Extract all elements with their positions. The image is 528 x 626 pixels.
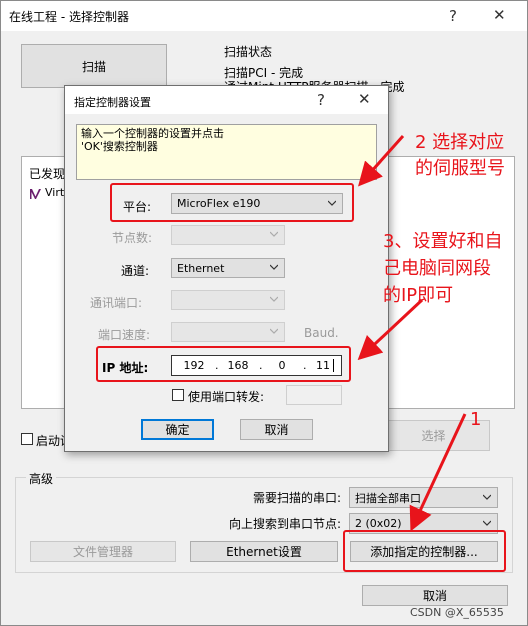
arrow-to-add-controller	[409, 413, 467, 532]
annotation-ip-line2: 己电脑同网段	[383, 258, 491, 279]
annotation-platform-line1: 2 选择对应	[415, 132, 505, 153]
watermark: CSDN @X_65535	[410, 606, 504, 619]
annotation-ip-line3: 的IP即可	[383, 285, 454, 306]
annotation-add-number: 1	[470, 409, 482, 430]
annotation-arrows	[357, 135, 467, 532]
annotation-platform-line2: 的伺服型号	[415, 158, 505, 179]
arrow-to-platform	[358, 135, 405, 187]
annotation-ip-line1: 3、设置好和自	[383, 231, 503, 252]
